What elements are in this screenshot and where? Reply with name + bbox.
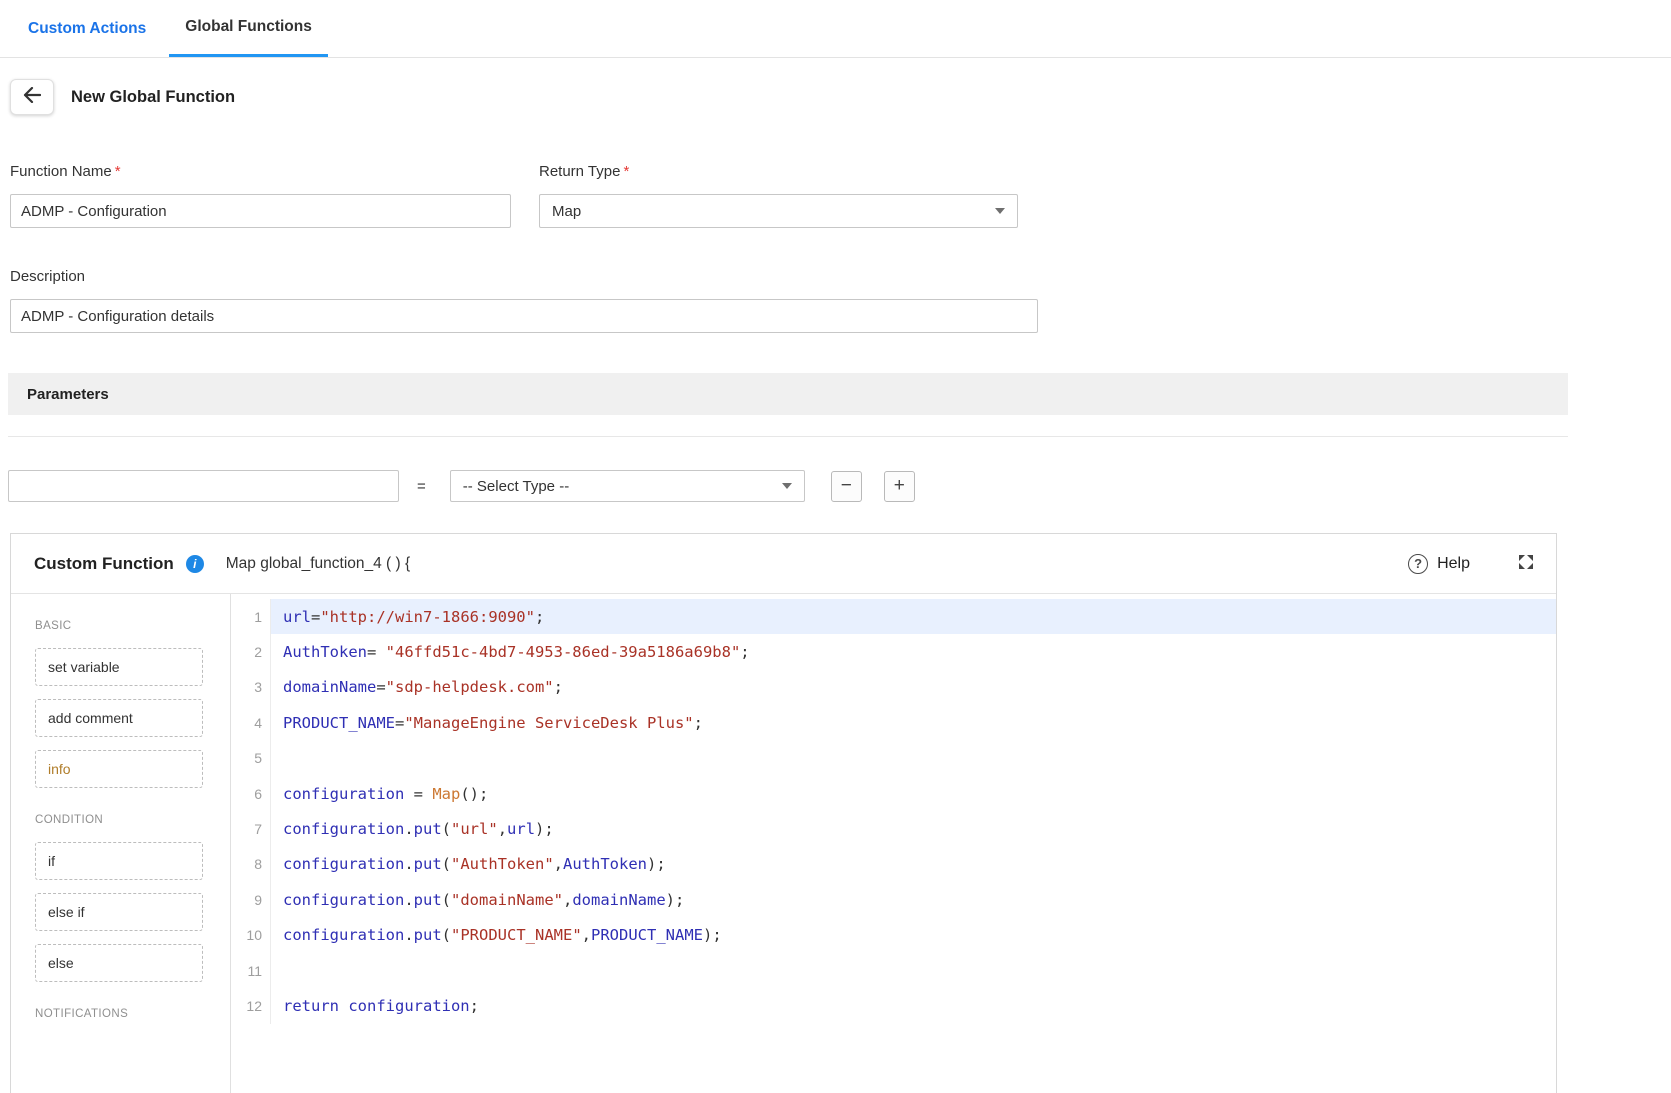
parameters-section-header: Parameters xyxy=(8,373,1568,415)
arrow-left-icon xyxy=(23,87,41,107)
code-line-text: url="http://win7-1866:9090"; xyxy=(271,599,1556,634)
palette-section-label: CONDITION xyxy=(35,814,230,826)
line-number: 4 xyxy=(231,705,271,740)
code-line[interactable]: 10configuration.put("PRODUCT_NAME",PRODU… xyxy=(231,918,1556,953)
description-label: Description xyxy=(10,268,1671,285)
code-line-text: domainName="sdp-helpdesk.com"; xyxy=(271,670,1556,705)
expand-icon xyxy=(1516,552,1536,576)
palette-section-label: BASIC xyxy=(35,620,230,632)
code-line[interactable]: 8configuration.put("AuthToken",AuthToken… xyxy=(231,847,1556,882)
return-type-value: Map xyxy=(552,203,987,220)
editor-body: BASIC set variable add comment info CONDITIO… xyxy=(11,594,1556,1093)
code-line[interactable]: 6configuration = Map(); xyxy=(231,776,1556,811)
tab-global-functions[interactable]: Global Functions xyxy=(169,0,328,57)
code-line-text: configuration.put("url",url); xyxy=(271,811,1556,846)
line-number: 6 xyxy=(231,776,271,811)
parameter-row: = -- Select Type -- − + xyxy=(8,470,1671,502)
help-button[interactable]: ? Help xyxy=(1408,554,1470,574)
custom-function-header: Custom Function i Map global_function_4 … xyxy=(11,534,1556,594)
fullscreen-button[interactable] xyxy=(1516,552,1536,576)
palette-item-if[interactable]: if xyxy=(35,842,203,880)
description-input[interactable] xyxy=(10,299,1038,333)
custom-function-panel: Custom Function i Map global_function_4 … xyxy=(10,533,1557,1093)
back-button[interactable] xyxy=(10,79,54,115)
tab-bar: Custom Actions Global Functions xyxy=(0,0,1671,58)
code-line[interactable]: 3domainName="sdp-helpdesk.com"; xyxy=(231,670,1556,705)
code-line[interactable]: 11 xyxy=(231,953,1556,988)
function-signature: Map global_function_4 ( ) { xyxy=(226,555,410,573)
return-type-field: Return Type* Map xyxy=(539,163,1018,228)
code-line-text: configuration.put("AuthToken",AuthToken)… xyxy=(271,847,1556,882)
required-asterisk: * xyxy=(115,163,121,180)
parameter-type-select[interactable]: -- Select Type -- xyxy=(450,470,805,502)
line-number: 2 xyxy=(231,634,271,669)
chevron-down-icon xyxy=(995,208,1005,214)
code-line-text: AuthToken= "46ffd51c-4bd7-4953-86ed-39a5… xyxy=(271,634,1556,669)
code-line-text: PRODUCT_NAME="ManageEngine ServiceDesk P… xyxy=(271,705,1556,740)
tab-custom-actions-label: Custom Actions xyxy=(28,20,146,38)
code-line[interactable]: 5 xyxy=(231,741,1556,776)
required-asterisk: * xyxy=(623,163,629,180)
code-line[interactable]: 12return configuration; xyxy=(231,988,1556,1023)
form-row: Function Name* Return Type* Map xyxy=(10,163,1671,228)
tab-global-functions-label: Global Functions xyxy=(185,18,312,36)
code-line-text xyxy=(271,953,1556,988)
code-line[interactable]: 4PRODUCT_NAME="ManageEngine ServiceDesk … xyxy=(231,705,1556,740)
function-name-input[interactable] xyxy=(10,194,511,228)
add-parameter-button[interactable]: + xyxy=(884,471,915,502)
description-field: Description xyxy=(10,268,1671,333)
equals-sign: = xyxy=(417,478,426,495)
code-line[interactable]: 9configuration.put("domainName",domainNa… xyxy=(231,882,1556,917)
function-name-label: Function Name* xyxy=(10,163,511,180)
palette-item-add-comment[interactable]: add comment xyxy=(35,699,203,737)
line-number: 5 xyxy=(231,741,271,776)
line-number: 10 xyxy=(231,918,271,953)
code-palette: BASIC set variable add comment info CONDITIO… xyxy=(11,594,231,1093)
palette-item-set-variable[interactable]: set variable xyxy=(35,648,203,686)
chevron-down-icon xyxy=(782,483,792,489)
return-type-select[interactable]: Map xyxy=(539,194,1018,228)
line-number: 1 xyxy=(231,599,271,634)
line-number: 7 xyxy=(231,811,271,846)
code-line-text: configuration.put("domainName",domainNam… xyxy=(271,882,1556,917)
line-number: 9 xyxy=(231,882,271,917)
question-circle-icon: ? xyxy=(1408,554,1428,574)
remove-parameter-button[interactable]: − xyxy=(831,471,862,502)
code-line[interactable]: 2AuthToken= "46ffd51c-4bd7-4953-86ed-39a… xyxy=(231,634,1556,669)
line-number: 8 xyxy=(231,847,271,882)
return-type-label: Return Type* xyxy=(539,163,1018,180)
custom-function-title: Custom Function xyxy=(34,554,174,574)
help-label: Help xyxy=(1437,555,1470,573)
page-header: New Global Function xyxy=(10,79,1671,115)
parameter-type-value: -- Select Type -- xyxy=(463,478,774,495)
code-line[interactable]: 1url="http://win7-1866:9090"; xyxy=(231,599,1556,634)
code-editor[interactable]: 1url="http://win7-1866:9090";2AuthToken=… xyxy=(231,594,1556,1093)
line-number: 12 xyxy=(231,988,271,1023)
tab-custom-actions[interactable]: Custom Actions xyxy=(28,0,146,57)
palette-item-info[interactable]: info xyxy=(35,750,203,788)
line-number: 3 xyxy=(231,670,271,705)
code-line[interactable]: 7configuration.put("url",url); xyxy=(231,811,1556,846)
info-icon[interactable]: i xyxy=(186,555,204,573)
palette-item-else[interactable]: else xyxy=(35,944,203,982)
page-title: New Global Function xyxy=(71,88,235,107)
divider xyxy=(8,436,1568,437)
code-line-text: return configuration; xyxy=(271,988,1556,1023)
function-name-field: Function Name* xyxy=(10,163,511,228)
palette-section-label: NOTIFICATIONS xyxy=(35,1008,230,1020)
line-number: 11 xyxy=(231,953,271,988)
code-line-text: configuration.put("PRODUCT_NAME",PRODUCT… xyxy=(271,918,1556,953)
palette-item-else-if[interactable]: else if xyxy=(35,893,203,931)
code-line-text: configuration = Map(); xyxy=(271,776,1556,811)
parameter-name-input[interactable] xyxy=(8,470,399,502)
parameters-title: Parameters xyxy=(27,386,109,403)
code-line-text xyxy=(271,741,1556,776)
